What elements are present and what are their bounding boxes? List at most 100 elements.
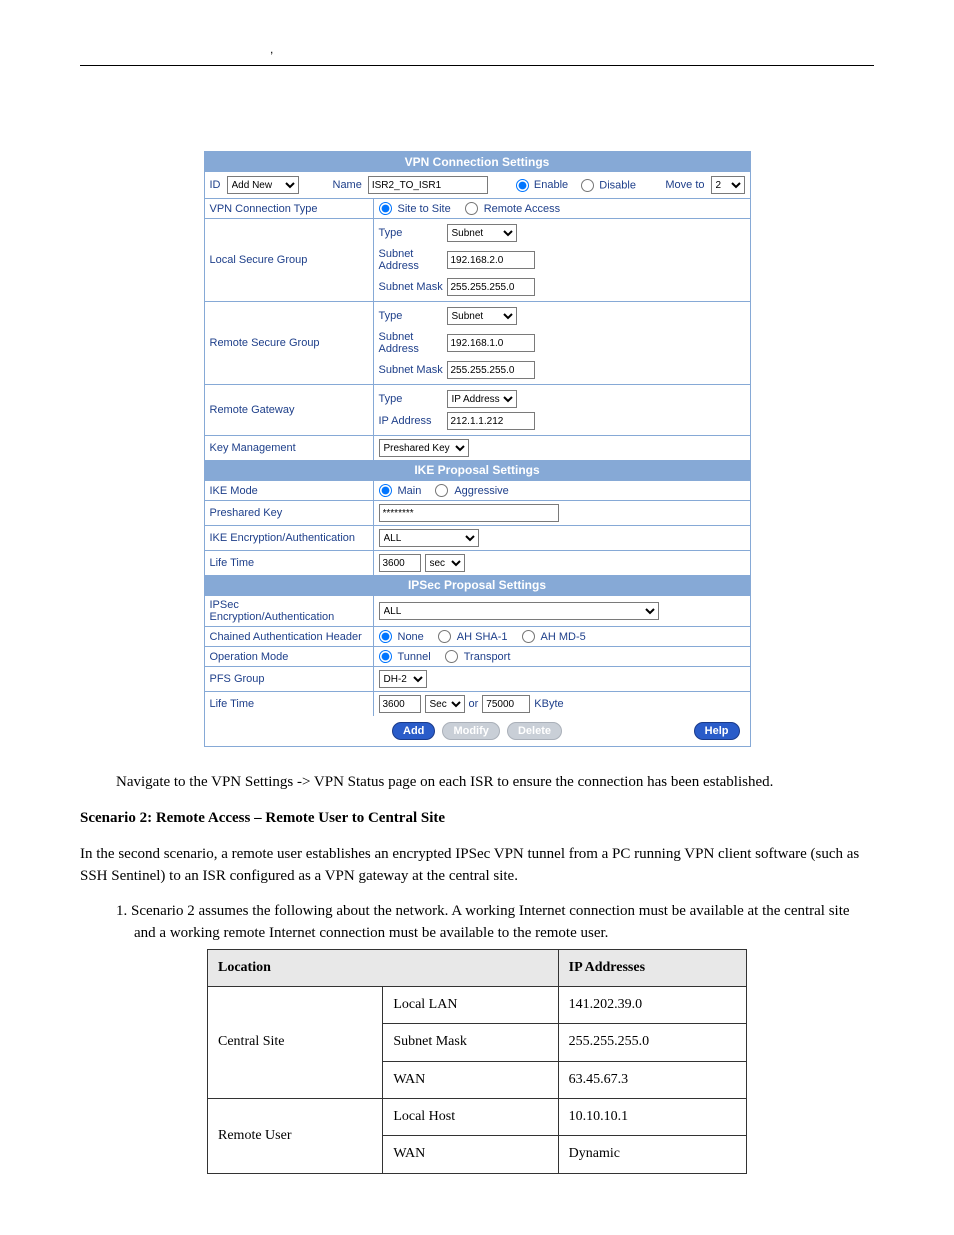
td-lan-ip: 141.202.39.0 — [558, 987, 746, 1024]
name-label: Name — [333, 179, 362, 191]
ike-life-label: Life Time — [205, 551, 374, 575]
local-mask-label: Subnet Mask — [379, 279, 447, 295]
ike-aggr-radio[interactable] — [435, 484, 448, 497]
stray-comma: , — [270, 42, 273, 56]
enable-label: Enable — [534, 179, 568, 191]
remote-mask-label: Subnet Mask — [379, 362, 447, 378]
table-header-row: Location IP Addresses — [208, 949, 747, 986]
enable-radio[interactable] — [516, 179, 529, 192]
ike-enc-label: IKE Encryption/Authentication — [205, 526, 374, 550]
document-body: Navigate to the VPN Settings -> VPN Stat… — [80, 772, 874, 1173]
transport-label: Transport — [464, 651, 511, 663]
gw-type-select[interactable]: IP Address — [447, 390, 517, 408]
add-button[interactable]: Add — [392, 722, 435, 740]
td-central: Central Site — [208, 987, 383, 1099]
ike-aggr-label: Aggressive — [454, 485, 508, 497]
header-rule — [80, 65, 874, 66]
local-type-label: Type — [379, 225, 447, 241]
table-row: Central Site Local LAN 141.202.39.0 — [208, 987, 747, 1024]
td-host-ip: 10.10.10.1 — [558, 1099, 746, 1136]
tunnel-radio[interactable] — [379, 650, 392, 663]
td-remote: Remote User — [208, 1099, 383, 1174]
td-rwan: WAN — [383, 1136, 558, 1173]
moveto-select[interactable]: 2 — [711, 176, 745, 194]
local-secure-label: Local Secure Group — [205, 219, 374, 301]
ike-main-radio[interactable] — [379, 484, 392, 497]
pfs-select[interactable]: DH-2 — [379, 670, 427, 688]
name-input[interactable] — [368, 176, 488, 194]
td-host: Local Host — [383, 1099, 558, 1136]
site-to-site-radio[interactable] — [379, 202, 392, 215]
ipsec-life-kb[interactable] — [482, 695, 530, 713]
ipsec-enc-label: IPSec Encryption/Authentication — [205, 596, 374, 626]
gw-ip-label: IP Address — [379, 413, 447, 429]
ike-main-label: Main — [398, 485, 422, 497]
remote-type-select[interactable]: Subnet — [447, 307, 517, 325]
ah-sha-radio[interactable] — [438, 630, 451, 643]
remote-secure-label: Remote Secure Group — [205, 302, 374, 384]
vpn-settings-panel: VPN Connection Settings ID Add New Name … — [204, 151, 751, 747]
transport-radio[interactable] — [445, 650, 458, 663]
remote-addr-input[interactable] — [447, 334, 535, 352]
moveto-label: Move to — [665, 179, 704, 191]
site-to-site-label: Site to Site — [398, 203, 451, 215]
modify-button[interactable]: Modify — [442, 722, 499, 740]
scenario2-intro: In the second scenario, a remote user es… — [80, 844, 874, 888]
ike-life-unit[interactable]: sec — [425, 554, 465, 572]
keymgmt-label: Key Management — [205, 436, 374, 460]
td-wan-ip: 63.45.67.3 — [558, 1061, 746, 1098]
td-rwan-ip: Dynamic — [558, 1136, 746, 1173]
ip-table: Location IP Addresses Central Site Local… — [207, 949, 747, 1174]
ike-mode-label: IKE Mode — [205, 481, 374, 500]
psk-input[interactable] — [379, 504, 559, 522]
id-select[interactable]: Add New — [227, 176, 299, 194]
delete-button[interactable]: Delete — [507, 722, 562, 740]
tunnel-label: Tunnel — [398, 651, 431, 663]
ah-label: Chained Authentication Header — [205, 627, 374, 646]
ah-sha-label: AH SHA-1 — [457, 631, 508, 643]
local-mask-input[interactable] — [447, 278, 535, 296]
ah-md5-label: AH MD-5 — [541, 631, 586, 643]
table-row: Remote User Local Host 10.10.10.1 — [208, 1099, 747, 1136]
remote-type-label: Type — [379, 308, 447, 324]
ike-enc-select[interactable]: ALL — [379, 529, 479, 547]
psk-label: Preshared Key — [205, 501, 374, 525]
p-navigate: Navigate to the VPN Settings -> VPN Stat… — [116, 772, 874, 794]
ipsec-life-unit[interactable]: Sec — [425, 695, 465, 713]
gw-ip-input[interactable] — [447, 412, 535, 430]
vpn-section-title: VPN Connection Settings — [205, 152, 750, 172]
ah-none-radio[interactable] — [379, 630, 392, 643]
id-label: ID — [210, 179, 221, 191]
remote-access-radio[interactable] — [465, 202, 478, 215]
ipsec-enc-select[interactable]: ALL — [379, 602, 659, 620]
opmode-label: Operation Mode — [205, 647, 374, 666]
ipsec-life-sec[interactable] — [379, 695, 421, 713]
ike-life-input[interactable] — [379, 554, 421, 572]
kbyte-label: KByte — [534, 698, 563, 710]
ipsec-life-label: Life Time — [205, 692, 374, 716]
scenario2-step1: 1. Scenario 2 assumes the following abou… — [98, 901, 874, 945]
remote-access-label: Remote Access — [484, 203, 560, 215]
remote-gw-label: Remote Gateway — [205, 385, 374, 435]
td-mask: Subnet Mask — [383, 1024, 558, 1061]
remote-addr-label: Subnet Address — [379, 329, 447, 357]
gw-type-label: Type — [379, 391, 447, 407]
ah-md5-radio[interactable] — [522, 630, 535, 643]
keymgmt-select[interactable]: Preshared Key — [379, 439, 469, 457]
scenario2-heading: Scenario 2: Remote Access – Remote User … — [80, 808, 874, 830]
th-ip: IP Addresses — [558, 949, 746, 986]
button-row: Add Modify Delete Help — [205, 716, 750, 746]
vpn-top-row: ID Add New Name Enable Disable Move to 2 — [205, 172, 750, 198]
local-addr-input[interactable] — [447, 251, 535, 269]
pfs-label: PFS Group — [205, 667, 374, 691]
td-mask-val: 255.255.255.0 — [558, 1024, 746, 1061]
td-wan: WAN — [383, 1061, 558, 1098]
help-button[interactable]: Help — [694, 722, 740, 740]
local-type-select[interactable]: Subnet — [447, 224, 517, 242]
disable-radio[interactable] — [581, 179, 594, 192]
th-location: Location — [208, 949, 559, 986]
td-lan: Local LAN — [383, 987, 558, 1024]
ike-section-title: IKE Proposal Settings — [205, 460, 750, 480]
remote-mask-input[interactable] — [447, 361, 535, 379]
or-label: or — [469, 698, 479, 710]
